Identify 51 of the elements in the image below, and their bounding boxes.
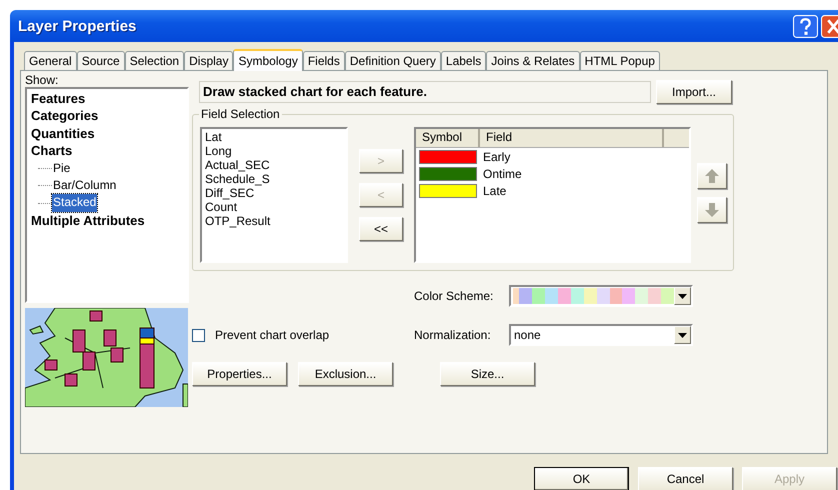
field-item[interactable]: Count xyxy=(205,200,238,214)
tree-item[interactable]: Pie xyxy=(52,160,72,178)
move-button[interactable]: << xyxy=(359,217,403,241)
table-cell: Ontime xyxy=(483,166,522,180)
normalization-label: Normalization: xyxy=(414,328,492,342)
tab[interactable]: Symbology xyxy=(233,49,303,71)
field-item[interactable]: OTP_Result xyxy=(205,214,270,228)
symbol-swatch[interactable] xyxy=(419,166,477,180)
symbol-swatch[interactable] xyxy=(419,184,477,198)
properties-button[interactable]: Properties... xyxy=(192,362,287,386)
exclusion-button[interactable]: Exclusion... xyxy=(298,362,393,386)
help-icon[interactable] xyxy=(793,14,818,38)
tree-item[interactable]: Bar/Column xyxy=(52,177,118,194)
checkbox[interactable] xyxy=(192,328,205,342)
column-header[interactable]: Symbol xyxy=(416,129,480,147)
tab[interactable]: Definition Query xyxy=(344,51,441,70)
color-scheme-dropdown[interactable] xyxy=(509,285,693,307)
description-box: Draw stacked chart for each feature. xyxy=(199,81,651,103)
tab[interactable]: Fields xyxy=(302,51,345,70)
import-button[interactable]: Import... xyxy=(656,80,732,104)
tree-item[interactable]: Multiple Attributes xyxy=(30,212,146,230)
field-item[interactable]: Long xyxy=(205,144,232,158)
field-item[interactable]: Lat xyxy=(205,130,222,144)
size-button[interactable]: Size... xyxy=(440,362,535,386)
table-cell: Early xyxy=(483,150,510,164)
show-label: Show: xyxy=(25,73,60,87)
tree-item[interactable]: Features xyxy=(30,90,86,108)
tree-item[interactable]: Quantities xyxy=(30,124,96,142)
checkbox-label[interactable]: Prevent chart overlap xyxy=(215,328,330,342)
tree-item[interactable]: Stacked xyxy=(52,194,98,212)
tab[interactable]: HTML Popup xyxy=(580,51,660,70)
color-scheme-label: Color Scheme: xyxy=(414,289,494,303)
normalization-dropdown[interactable]: none xyxy=(509,324,693,346)
tab[interactable]: Selection xyxy=(124,51,184,70)
dialog-button[interactable]: OK xyxy=(534,467,629,490)
tab[interactable]: General xyxy=(24,51,77,70)
group-title: Field Selection xyxy=(199,107,282,121)
column-header[interactable]: Field xyxy=(480,129,664,147)
tree-item[interactable]: Categories xyxy=(30,107,100,125)
field-item[interactable]: Actual_SEC xyxy=(205,158,270,172)
tree-item[interactable]: Charts xyxy=(30,142,74,160)
dialog-button[interactable]: Cancel xyxy=(638,467,733,490)
window-title: Layer Properties xyxy=(18,18,136,34)
tab[interactable]: Display xyxy=(184,51,234,70)
tab[interactable]: Labels xyxy=(440,51,486,70)
tab[interactable]: Joins & Relates xyxy=(486,51,580,70)
field-item[interactable]: Schedule_S xyxy=(205,172,270,186)
field-item[interactable]: Diff_SEC xyxy=(205,186,254,200)
tab[interactable]: Source xyxy=(76,51,125,70)
table-cell: Late xyxy=(483,184,506,198)
symbol-swatch[interactable] xyxy=(419,150,477,164)
